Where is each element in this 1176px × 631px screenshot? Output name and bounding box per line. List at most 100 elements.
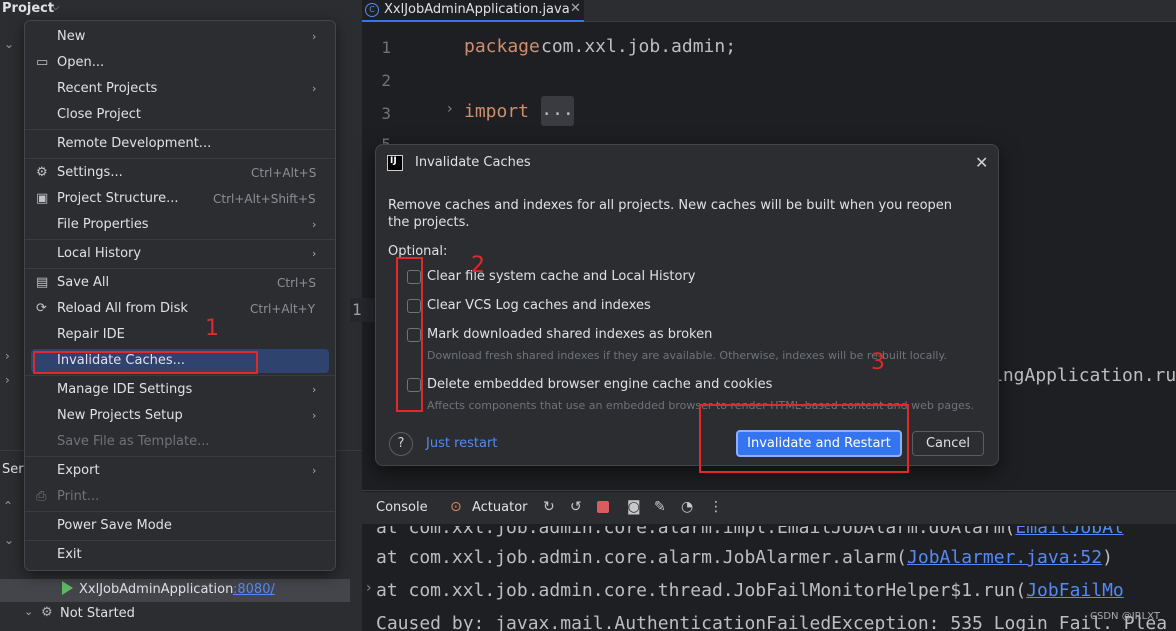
menu-separator — [25, 375, 335, 376]
java-class-icon: C — [365, 3, 379, 17]
menu-item-close-project[interactable]: Close Project — [57, 107, 141, 122]
menu-item-print: Print... — [57, 489, 100, 504]
reload-icon: ⟳ — [36, 301, 47, 316]
chevron-down-icon[interactable]: ⌄ — [4, 37, 14, 51]
annotation-box — [699, 404, 909, 473]
line-number: 2 — [381, 71, 391, 90]
just-restart-link[interactable]: Just restart — [426, 436, 497, 451]
folded-imports[interactable]: ... — [541, 96, 574, 126]
annotation-number: 3 — [871, 350, 885, 375]
code-text: ingApplication.ru — [992, 365, 1176, 386]
camera-icon[interactable]: ◙ — [627, 499, 641, 515]
stop-icon[interactable] — [597, 501, 609, 513]
menu-item-file-properties[interactable]: File Properties — [57, 217, 149, 232]
chevron-up-down-icon[interactable]: ⌃ — [3, 499, 13, 513]
print-icon: ⎙ — [36, 489, 47, 504]
checkbox-label[interactable]: Clear VCS Log caches and indexes — [427, 298, 651, 313]
run-config-port-link[interactable]: :8080/ — [233, 582, 275, 597]
menu-item-repair-ide[interactable]: Repair IDE — [57, 327, 125, 342]
dialog-title: Invalidate Caches — [415, 155, 531, 170]
line-number: 3 — [381, 104, 391, 123]
rerun-icon[interactable]: ↻ — [543, 499, 555, 515]
menu-separator — [25, 239, 335, 240]
folder-icon: ▭ — [36, 55, 49, 70]
chevron-right-icon: › — [312, 30, 317, 43]
menu-separator — [25, 456, 335, 457]
menu-item-new-projects-setup[interactable]: New Projects Setup — [57, 408, 183, 423]
play-icon — [62, 581, 73, 595]
code-keyword: package — [464, 36, 540, 57]
close-icon[interactable]: ✕ — [570, 1, 581, 16]
shortcut-label: Ctrl+Alt+S — [251, 166, 317, 180]
chevron-right-icon[interactable]: › — [5, 373, 10, 387]
fold-chevron-icon[interactable]: › — [447, 101, 453, 117]
project-structure-icon: ▣ — [36, 191, 49, 206]
cancel-button[interactable]: Cancel — [912, 431, 984, 456]
help-button[interactable]: ? — [389, 432, 413, 456]
stacktrace-link[interactable]: JobAlarmer.java:52 — [907, 547, 1102, 568]
tab-console[interactable]: Console — [376, 500, 428, 515]
chevron-down-icon[interactable]: ⌵ — [52, 2, 60, 13]
chevron-right-icon: › — [312, 464, 317, 477]
checkbox-label[interactable]: Clear file system cache and Local Histor… — [427, 269, 696, 284]
checkbox-label[interactable]: Delete embedded browser engine cache and… — [427, 377, 772, 392]
menu-item-manage-ide-settings[interactable]: Manage IDE Settings — [57, 382, 192, 397]
close-icon[interactable]: ✕ — [975, 153, 988, 172]
menu-item-recent-projects[interactable]: Recent Projects — [57, 81, 157, 96]
chevron-right-icon[interactable]: › — [5, 349, 10, 363]
checkbox-hint: Download fresh shared indexes if they ar… — [427, 349, 947, 362]
restart-icon[interactable]: ↺ — [570, 499, 582, 515]
shortcut-label: Ctrl+S — [277, 276, 317, 290]
chevron-right-icon: › — [312, 247, 317, 260]
menu-item-open[interactable]: Open... — [57, 55, 104, 70]
menu-separator — [25, 158, 335, 159]
services-tab-label[interactable]: Ser — [2, 462, 24, 477]
tab-actuator[interactable]: Actuator — [472, 500, 528, 515]
not-started-group[interactable]: Not Started — [60, 606, 135, 621]
line-number: 1 — [352, 300, 362, 319]
menu-item-export[interactable]: Export — [57, 463, 100, 478]
editor-tab-title[interactable]: XxlJobAdminApplication.java — [384, 2, 570, 17]
menu-item-power-save-mode[interactable]: Power Save Mode — [57, 518, 172, 533]
menu-separator — [25, 268, 335, 269]
menu-separator — [25, 540, 335, 541]
project-panel-title[interactable]: Project — [2, 1, 54, 16]
intellij-logo-icon: IJ — [387, 155, 403, 171]
annotation-box — [396, 257, 423, 412]
log-line: at com.xxl.job.admin.core.thread.JobFail… — [376, 580, 1124, 601]
actuator-icon: ⊙ — [450, 499, 462, 515]
menu-item-reload-from-disk[interactable]: Reload All from Disk — [57, 301, 188, 316]
shortcut-label: Ctrl+Alt+Shift+S — [213, 192, 316, 206]
menu-item-settings[interactable]: Settings... — [57, 165, 123, 180]
chevron-down-icon[interactable]: ⌄ — [4, 533, 14, 547]
menu-separator — [25, 511, 335, 512]
menu-item-project-structure[interactable]: Project Structure... — [57, 191, 178, 206]
more-icon[interactable]: ⋮ — [709, 499, 723, 515]
line-number: 1 — [381, 38, 391, 57]
stacktrace-link[interactable]: JobFailMo — [1026, 580, 1124, 601]
annotation-number: 2 — [471, 253, 485, 278]
chevron-right-icon: › — [312, 218, 317, 231]
gear-icon: ⚙ — [36, 165, 48, 180]
menu-item-exit[interactable]: Exit — [57, 547, 82, 562]
code-text: com.xxl.job.admin; — [541, 36, 737, 57]
menu-item-new[interactable]: New — [57, 29, 85, 44]
save-icon: ▤ — [36, 275, 49, 290]
checkbox-label[interactable]: Mark downloaded shared indexes as broken — [427, 327, 712, 342]
log-line: Caused by: javax.mail.AuthenticationFail… — [376, 613, 1168, 631]
chevron-right-icon: › — [312, 409, 317, 422]
chevron-right-icon: › — [312, 82, 317, 95]
run-config-app-name: XxlJobAdminApplication — [79, 582, 234, 597]
code-keyword: import — [464, 101, 530, 122]
spring-gear-icon: ⚙ — [41, 605, 53, 620]
chevron-down-icon[interactable]: ⌄ — [24, 605, 33, 618]
menu-item-remote-development[interactable]: Remote Development... — [57, 136, 211, 151]
debug-icon[interactable]: ✎ — [654, 499, 666, 515]
watermark: CSDN @JRLXT — [1090, 611, 1160, 622]
dialog-description: Remove caches and indexes for all projec… — [388, 198, 953, 230]
menu-item-local-history[interactable]: Local History — [57, 246, 141, 261]
gauge-icon[interactable]: ◔ — [681, 499, 693, 515]
chevron-right-icon[interactable]: › — [366, 580, 372, 596]
shortcut-label: Ctrl+Alt+Y — [250, 302, 316, 316]
menu-item-save-all[interactable]: Save All — [57, 275, 109, 290]
